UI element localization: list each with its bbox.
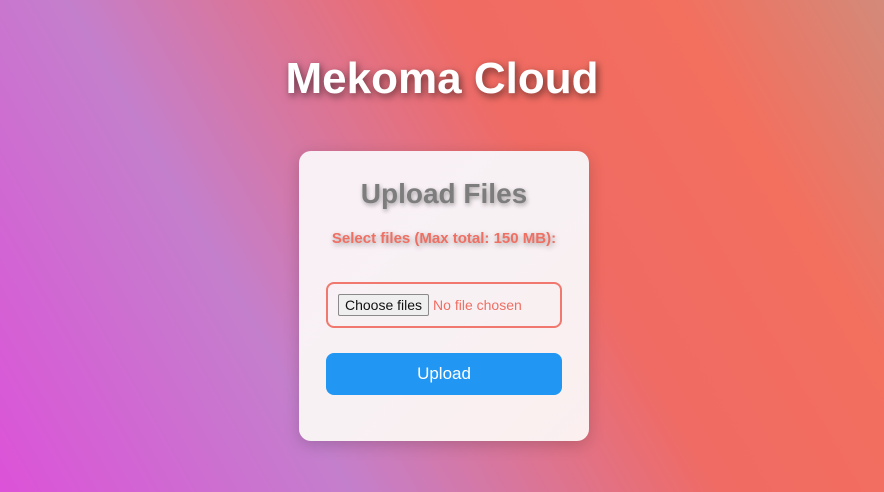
upload-card: Upload Files Select files (Max total: 15…	[299, 151, 589, 441]
upload-button[interactable]: Upload	[326, 353, 562, 395]
upload-card-title: Upload Files	[360, 178, 528, 209]
choose-files-button[interactable]: Choose files	[338, 294, 430, 316]
select-files-label: Select files (Max total: 150 MB):	[331, 230, 557, 247]
file-status-text: No file chosen	[433, 297, 522, 313]
page-title: Mekoma Cloud	[285, 54, 599, 103]
file-input[interactable]: Choose files No file chosen	[326, 282, 562, 328]
